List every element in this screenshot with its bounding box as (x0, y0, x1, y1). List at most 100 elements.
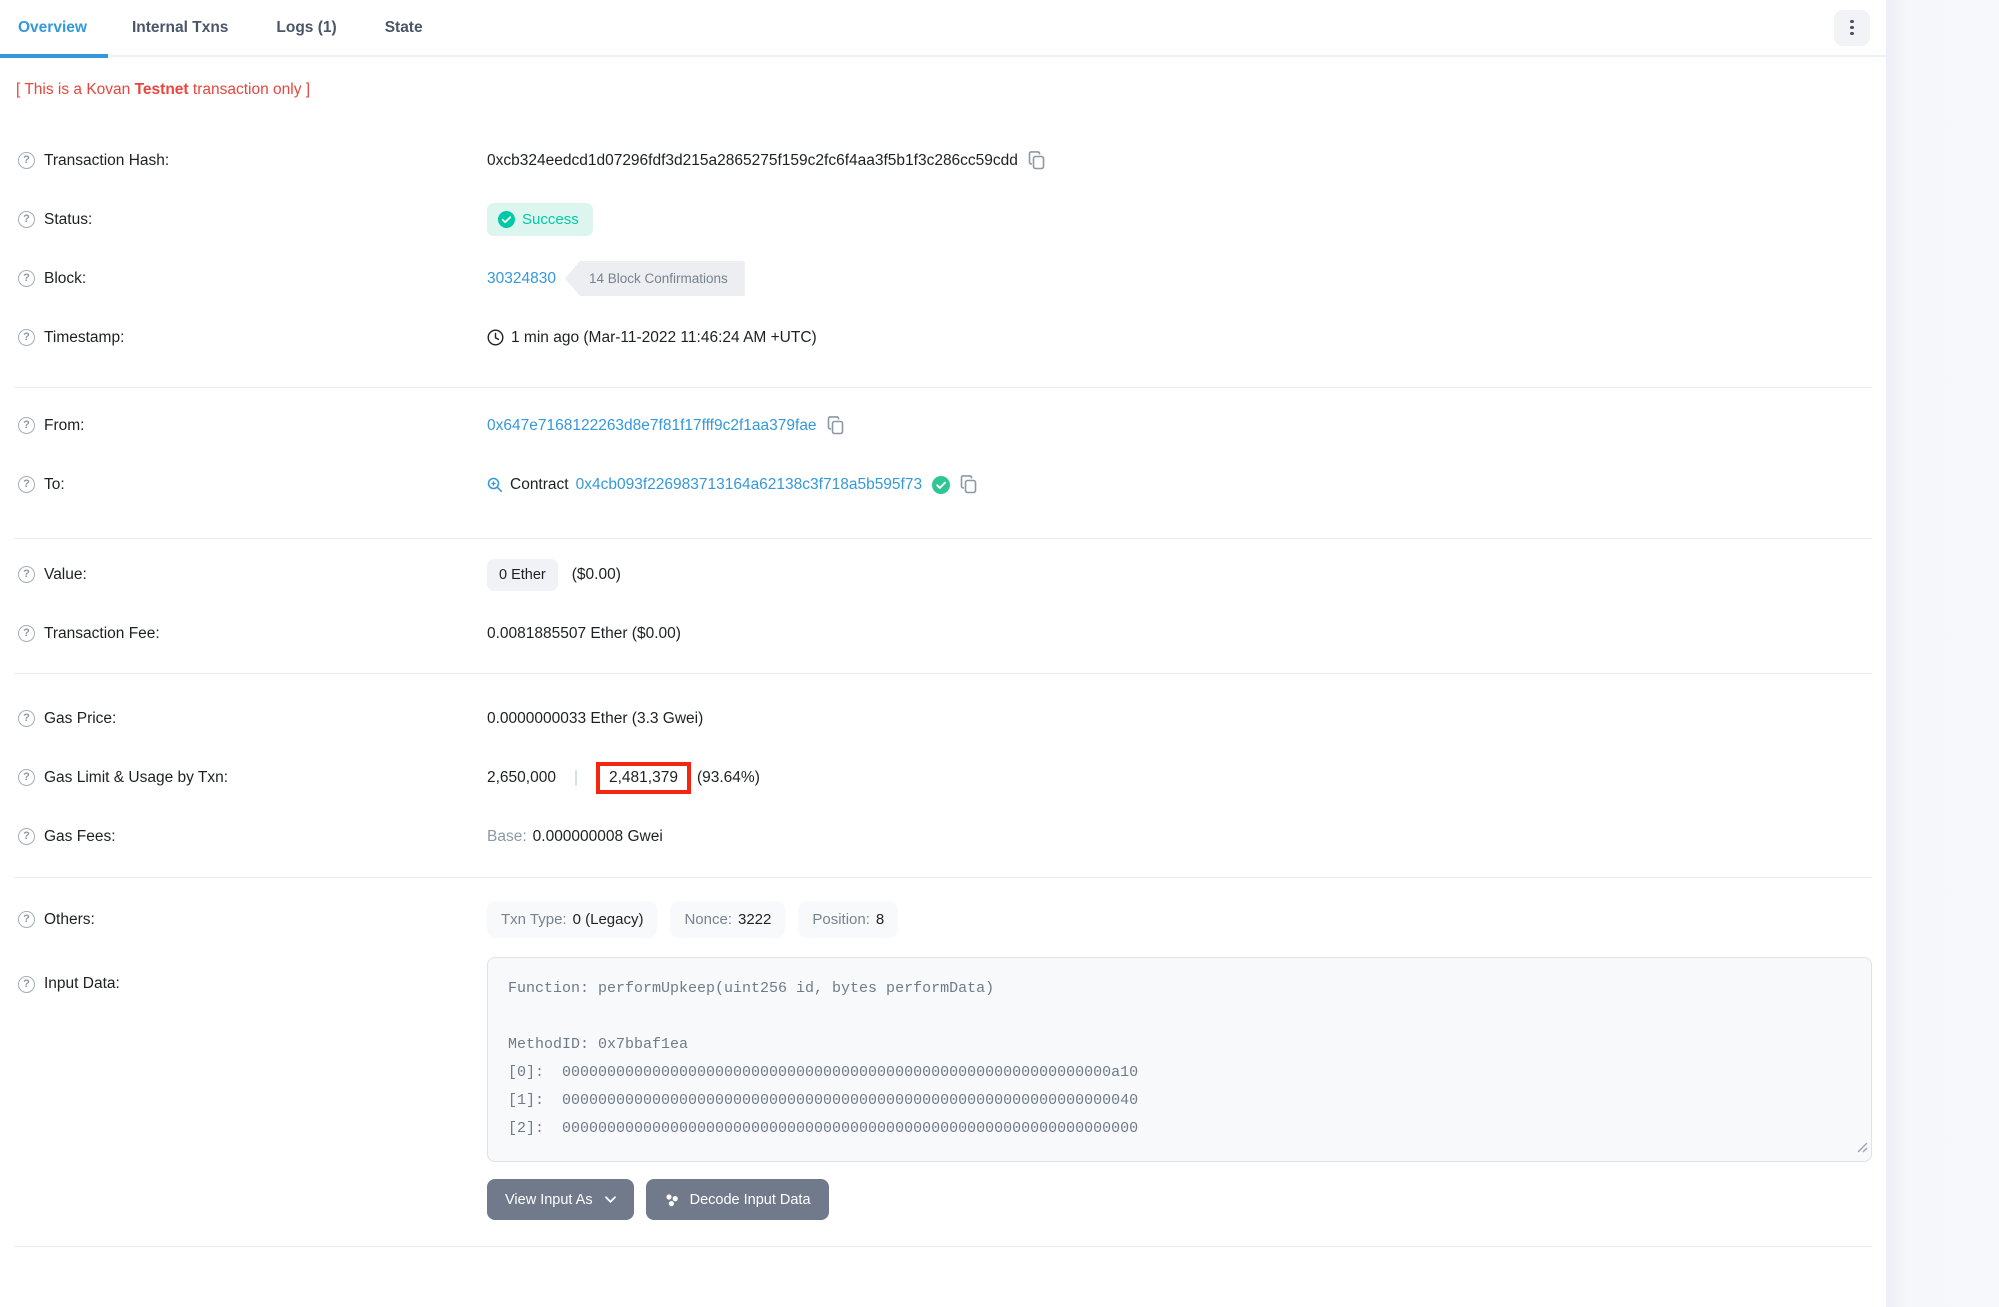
row-value: ? Value: 0 Ether ($0.00) (14, 545, 1872, 604)
notice-bold: Testnet (135, 81, 189, 98)
help-icon[interactable]: ? (18, 710, 35, 727)
check-circle-icon (498, 211, 515, 228)
block-confirmations-badge: 14 Block Confirmations (565, 261, 745, 296)
help-icon[interactable]: ? (18, 152, 35, 169)
page-background-strip (1886, 0, 1999, 1307)
help-icon[interactable]: ? (18, 417, 35, 434)
badge-label: Position: (812, 911, 870, 928)
help-icon[interactable]: ? (18, 911, 35, 928)
row-transaction-fee: ? Transaction Fee: 0.0081885507 Ether ($… (14, 604, 1872, 663)
transaction-fee-value: 0.0081885507 Ether ($0.00) (487, 625, 681, 643)
usd-value: ($0.00) (572, 566, 621, 584)
row-label: Timestamp: (44, 329, 124, 347)
help-icon[interactable]: ? (18, 976, 35, 993)
badge-value: 8 (876, 911, 884, 928)
section-parties: ? From: 0x647e7168122263d8e7f81f17fff9c2… (14, 388, 1872, 539)
help-icon[interactable]: ? (18, 828, 35, 845)
badge-label: Nonce: (684, 911, 732, 928)
row-label: Status: (44, 211, 92, 229)
ether-value-badge: 0 Ether (487, 559, 558, 591)
help-icon[interactable]: ? (18, 476, 35, 493)
base-fee-value: 0.000000008 Gwei (533, 828, 663, 846)
tab-state[interactable]: State (361, 0, 447, 56)
status-text: Success (522, 211, 579, 228)
transaction-hash-value: 0xcb324eedcd1d07296fdf3d215a2865275f159c… (487, 152, 1018, 170)
row-block: ? Block: 30324830 14 Block Confirmations (14, 249, 1872, 308)
row-to: ? To: Contract 0x4cb093f226983713164a621… (14, 455, 1872, 514)
decode-input-data-button[interactable]: Decode Input Data (646, 1179, 829, 1220)
row-label: Transaction Fee: (44, 625, 160, 643)
testnet-notice: [ This is a Kovan Testnet transaction on… (16, 81, 1886, 99)
separator: | (574, 769, 578, 787)
resize-handle-icon[interactable] (1857, 1140, 1868, 1158)
badge-value: 3222 (738, 911, 771, 928)
row-input-data: ? Input Data: Function: performUpkeep(ui… (14, 957, 1872, 1220)
gas-price-value: 0.0000000033 Ether (3.3 Gwei) (487, 710, 703, 728)
section-summary: ? Transaction Hash: 0xcb324eedcd1d07296f… (14, 119, 1872, 388)
notice-suffix: transaction only ] (189, 81, 310, 98)
block-number-link[interactable]: 30324830 (487, 270, 556, 288)
row-from: ? From: 0x647e7168122263d8e7f81f17fff9c2… (14, 396, 1872, 455)
row-others: ? Others: Txn Type: 0 (Legacy) Nonce: 32… (14, 890, 1872, 949)
tab-overview[interactable]: Overview (0, 0, 108, 56)
tab-logs[interactable]: Logs (1) (252, 0, 360, 56)
tab-bar: Overview Internal Txns Logs (1) State (0, 0, 1886, 57)
help-icon[interactable]: ? (18, 625, 35, 642)
copy-icon[interactable] (960, 475, 977, 494)
row-label: Gas Limit & Usage by Txn: (44, 769, 228, 787)
row-transaction-hash: ? Transaction Hash: 0xcb324eedcd1d07296f… (14, 131, 1872, 190)
row-status: ? Status: Success (14, 190, 1872, 249)
magnifier-icon[interactable] (487, 477, 503, 493)
copy-icon[interactable] (1028, 151, 1045, 170)
badge-label: Txn Type: (501, 911, 567, 928)
help-icon[interactable]: ? (18, 769, 35, 786)
row-label: Gas Price: (44, 710, 116, 728)
badge-value: 0 (Legacy) (573, 911, 644, 928)
row-gas-fees: ? Gas Fees: Base: 0.000000008 Gwei (14, 807, 1872, 866)
row-label: Others: (44, 911, 95, 929)
view-input-as-button[interactable]: View Input As (487, 1179, 634, 1220)
section-gas: ? Gas Price: 0.0000000033 Ether (3.3 Gwe… (14, 674, 1872, 878)
transaction-details-card: Overview Internal Txns Logs (1) State [ … (0, 0, 1886, 1247)
base-fee-label: Base: (487, 828, 527, 846)
help-icon[interactable]: ? (18, 270, 35, 287)
kebab-icon (1850, 20, 1854, 36)
decode-icon (664, 1192, 680, 1208)
row-label: Transaction Hash: (44, 152, 169, 170)
tab-internal-txns[interactable]: Internal Txns (108, 0, 252, 56)
row-label: Value: (44, 566, 87, 584)
row-label: To: (44, 476, 65, 494)
verified-check-icon (932, 476, 950, 494)
row-gas-limit-usage: ? Gas Limit & Usage by Txn: 2,650,000 | … (14, 748, 1872, 807)
help-icon[interactable]: ? (18, 211, 35, 228)
row-label: Input Data: (44, 975, 120, 993)
section-value: ? Value: 0 Ether ($0.00) ? Transaction F… (14, 539, 1872, 674)
copy-icon[interactable] (827, 416, 844, 435)
contract-prefix: Contract (510, 476, 569, 494)
row-label: From: (44, 417, 84, 435)
row-label: Gas Fees: (44, 828, 116, 846)
button-label: Decode Input Data (690, 1192, 811, 1208)
nonce-badge: Nonce: 3222 (670, 901, 785, 938)
position-badge: Position: 8 (798, 901, 898, 938)
row-gas-price: ? Gas Price: 0.0000000033 Ether (3.3 Gwe… (14, 689, 1872, 748)
button-label: View Input As (505, 1192, 593, 1208)
notice-prefix: [ This is a Kovan (16, 81, 135, 98)
caret-down-icon (605, 1196, 616, 1203)
gas-used-value: 2,481,379 (609, 769, 678, 786)
help-icon[interactable]: ? (18, 566, 35, 583)
gas-used-percent: (93.64%) (697, 769, 760, 787)
row-label: Block: (44, 270, 86, 288)
row-timestamp: ? Timestamp: 1 min ago (Mar-11-2022 11:4… (14, 308, 1872, 367)
kebab-menu-button[interactable] (1834, 10, 1870, 46)
from-address-link[interactable]: 0x647e7168122263d8e7f81f17fff9c2f1aa379f… (487, 417, 817, 435)
gas-limit-value: 2,650,000 (487, 769, 556, 787)
timestamp-value: 1 min ago (Mar-11-2022 11:46:24 AM +UTC) (511, 329, 817, 347)
help-icon[interactable]: ? (18, 329, 35, 346)
status-badge: Success (487, 203, 593, 236)
input-data-content: Function: performUpkeep(uint256 id, byte… (508, 975, 1851, 1143)
to-address-link[interactable]: 0x4cb093f226983713164a62138c3f718a5b595f… (576, 476, 923, 494)
annotation-highlight-box: 2,481,379 (596, 762, 691, 794)
clock-icon (487, 329, 504, 346)
input-data-textarea[interactable]: Function: performUpkeep(uint256 id, byte… (487, 957, 1872, 1162)
